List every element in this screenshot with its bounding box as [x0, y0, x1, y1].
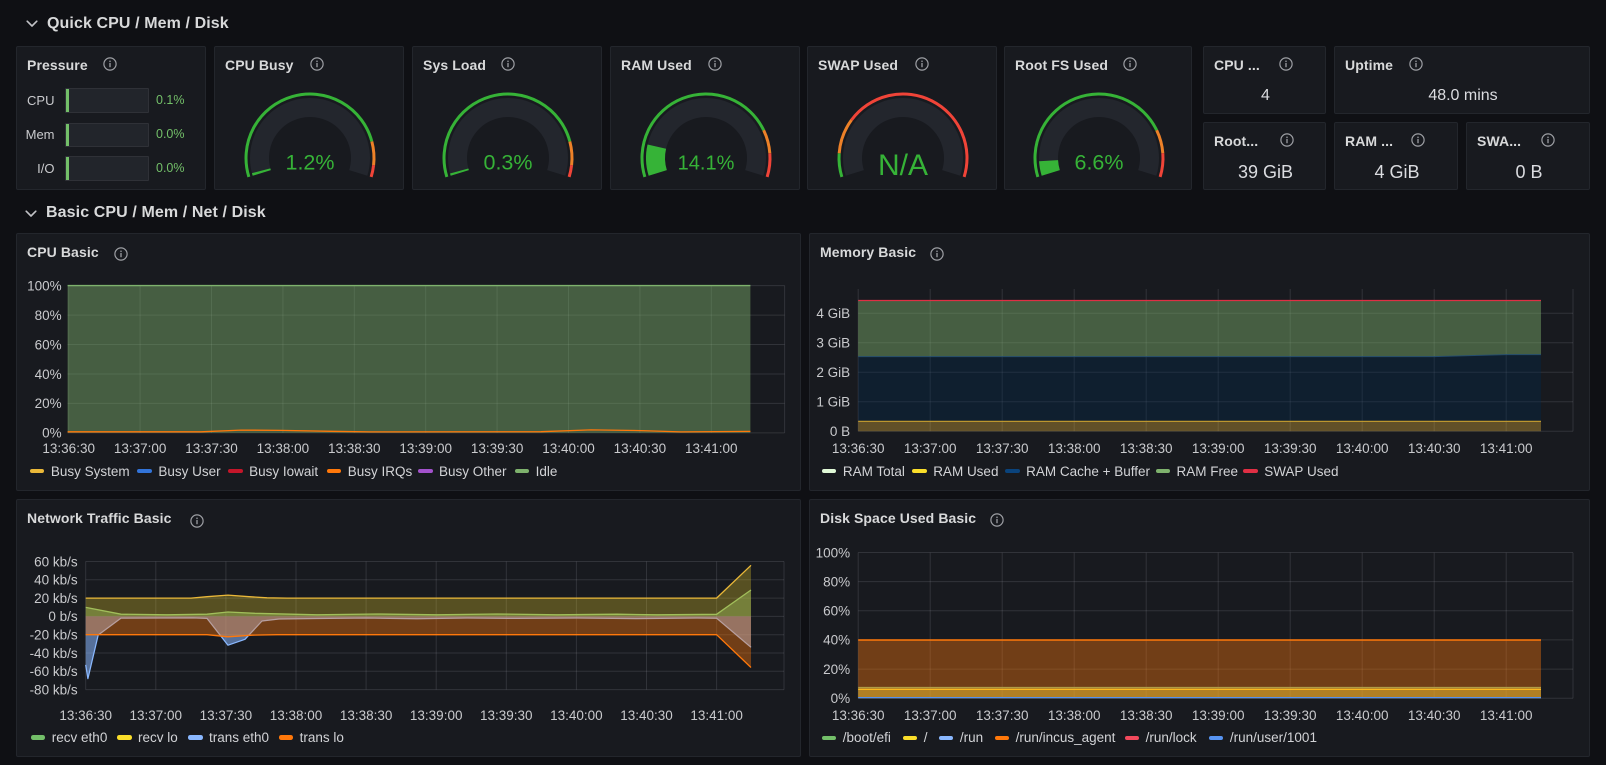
svg-text:13:37:30: 13:37:30	[200, 708, 253, 723]
svg-text:13:38:00: 13:38:00	[257, 441, 310, 456]
svg-text:13:37:00: 13:37:00	[130, 708, 183, 723]
svg-text:13:37:30: 13:37:30	[185, 441, 238, 456]
svg-text:13:36:30: 13:36:30	[832, 441, 885, 456]
svg-text:13:41:00: 13:41:00	[1480, 441, 1533, 456]
svg-text:13:39:30: 13:39:30	[1264, 441, 1317, 456]
svg-text:13:41:00: 13:41:00	[685, 441, 738, 456]
svg-text:13:36:30: 13:36:30	[832, 708, 885, 723]
svg-text:0.3%: 0.3%	[483, 150, 532, 174]
svg-text:-80 kb/s: -80 kb/s	[30, 682, 78, 697]
svg-text:13:38:30: 13:38:30	[340, 708, 393, 723]
svg-text:2 GiB: 2 GiB	[816, 365, 850, 380]
svg-text:N/A: N/A	[878, 149, 928, 182]
svg-text:-40 kb/s: -40 kb/s	[30, 646, 78, 661]
svg-text:13:38:00: 13:38:00	[1048, 708, 1101, 723]
svg-text:13:40:00: 13:40:00	[1336, 441, 1389, 456]
svg-text:0%: 0%	[831, 691, 851, 706]
svg-text:40%: 40%	[823, 633, 850, 648]
svg-text:13:37:00: 13:37:00	[904, 441, 957, 456]
svg-text:13:36:30: 13:36:30	[42, 441, 95, 456]
svg-text:40%: 40%	[35, 367, 62, 382]
svg-text:6.6%: 6.6%	[1074, 150, 1123, 174]
svg-text:13:37:30: 13:37:30	[976, 708, 1029, 723]
svg-text:60%: 60%	[35, 337, 62, 352]
svg-text:0%: 0%	[42, 426, 62, 441]
svg-text:4 GiB: 4 GiB	[816, 306, 850, 321]
svg-text:14.1%: 14.1%	[678, 152, 735, 174]
svg-text:13:40:30: 13:40:30	[620, 708, 673, 723]
svg-text:13:38:00: 13:38:00	[270, 708, 323, 723]
svg-text:13:39:00: 13:39:00	[399, 441, 452, 456]
svg-text:60 kb/s: 60 kb/s	[34, 554, 78, 569]
svg-text:13:39:30: 13:39:30	[1264, 708, 1317, 723]
svg-text:13:40:30: 13:40:30	[1408, 441, 1461, 456]
svg-text:13:37:30: 13:37:30	[976, 441, 1029, 456]
svg-text:13:39:00: 13:39:00	[1192, 441, 1245, 456]
svg-text:13:36:30: 13:36:30	[59, 708, 112, 723]
svg-text:13:39:30: 13:39:30	[480, 708, 533, 723]
svg-text:13:41:00: 13:41:00	[690, 708, 743, 723]
svg-text:1 GiB: 1 GiB	[816, 395, 850, 410]
svg-text:13:40:00: 13:40:00	[542, 441, 595, 456]
svg-text:13:38:30: 13:38:30	[1120, 708, 1173, 723]
svg-text:13:38:00: 13:38:00	[1048, 441, 1101, 456]
svg-text:13:38:30: 13:38:30	[328, 441, 381, 456]
svg-text:13:39:30: 13:39:30	[471, 441, 524, 456]
svg-text:13:41:00: 13:41:00	[1480, 708, 1533, 723]
svg-text:13:39:00: 13:39:00	[410, 708, 463, 723]
svg-text:13:37:00: 13:37:00	[904, 708, 957, 723]
svg-text:1.2%: 1.2%	[285, 150, 334, 174]
svg-text:0 b/s: 0 b/s	[48, 609, 78, 624]
svg-text:100%: 100%	[27, 278, 62, 293]
svg-text:13:38:30: 13:38:30	[1120, 441, 1173, 456]
svg-text:100%: 100%	[816, 545, 851, 560]
svg-text:20%: 20%	[823, 662, 850, 677]
svg-text:20%: 20%	[35, 396, 62, 411]
svg-text:80%: 80%	[823, 574, 850, 589]
svg-text:60%: 60%	[823, 604, 850, 619]
svg-text:13:37:00: 13:37:00	[114, 441, 167, 456]
svg-text:20 kb/s: 20 kb/s	[34, 591, 78, 606]
svg-text:13:40:00: 13:40:00	[550, 708, 603, 723]
svg-text:13:39:00: 13:39:00	[1192, 708, 1245, 723]
svg-text:3 GiB: 3 GiB	[816, 336, 850, 351]
svg-text:80%: 80%	[35, 308, 62, 323]
svg-text:13:40:30: 13:40:30	[1408, 708, 1461, 723]
svg-text:-60 kb/s: -60 kb/s	[30, 664, 78, 679]
svg-text:-20 kb/s: -20 kb/s	[30, 628, 78, 643]
svg-text:13:40:30: 13:40:30	[614, 441, 667, 456]
svg-text:13:40:00: 13:40:00	[1336, 708, 1389, 723]
svg-text:0 B: 0 B	[830, 424, 850, 439]
svg-text:40 kb/s: 40 kb/s	[34, 573, 78, 588]
